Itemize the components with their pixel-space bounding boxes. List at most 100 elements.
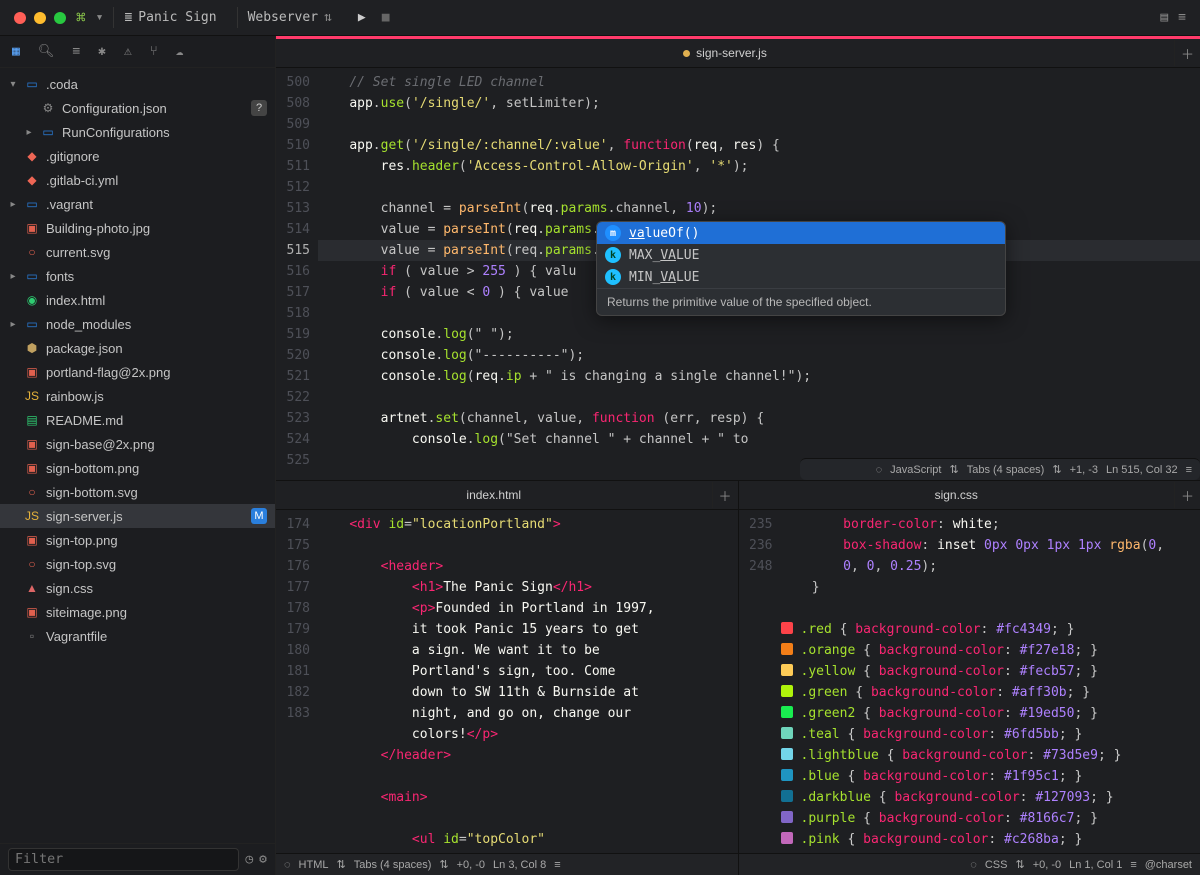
chevron-icon[interactable]: ▾ — [8, 79, 18, 90]
file-label: sign-top.svg — [46, 557, 116, 572]
vcs-badge: M — [251, 508, 267, 524]
autocomplete-label: MAX_VALUE — [629, 248, 699, 263]
chevron-down-icon[interactable]: ▾ — [96, 10, 104, 25]
filter-bar: ◷ ⚙ — [0, 843, 275, 875]
file-tree-item[interactable]: ▣portland-flag@2x.png — [0, 360, 275, 384]
search-tab-icon[interactable]: 🔍︎ — [38, 44, 55, 59]
minimize-window-icon[interactable] — [34, 12, 46, 24]
clock-icon[interactable]: ◷ — [245, 852, 253, 867]
svg-icon: ○ — [24, 484, 40, 500]
file-label: rainbow.js — [46, 389, 104, 404]
file-tree-item[interactable]: ▣sign-base@2x.png — [0, 432, 275, 456]
autocomplete-popup[interactable]: mvalueOf() k MAX_VALUE kMIN_VALUEReturns th… — [596, 221, 1006, 316]
js-icon: JS — [24, 388, 40, 404]
file-tree-item[interactable]: JSsign-server.jsM — [0, 504, 275, 528]
files-tab-icon[interactable]: ▦ — [12, 44, 20, 59]
autocomplete-item[interactable]: k MAX_VALUE — [597, 244, 1005, 266]
spinner-icon: ◌ — [970, 859, 977, 871]
lang-selector[interactable]: JavaScript — [890, 464, 941, 476]
cursor-position: Ln 515, Col 32 — [1106, 464, 1178, 476]
new-tab-button[interactable]: ＋ — [1174, 40, 1200, 66]
chevron-icon[interactable]: ▸ — [8, 271, 18, 282]
issues-tab-icon[interactable]: ⚠ — [124, 44, 132, 59]
img-icon: ▣ — [24, 220, 40, 236]
file-tree-item[interactable]: ◆.gitlab-ci.yml — [0, 168, 275, 192]
file-label: README.md — [46, 413, 123, 428]
cloud-tab-icon[interactable]: ☁ — [176, 44, 184, 59]
close-window-icon[interactable] — [14, 12, 26, 24]
file-tree-item[interactable]: ○ sign-top.svg — [0, 552, 275, 576]
file-tree[interactable]: ▾▭.coda⚙Configuration.json?▸▭RunConfigur… — [0, 68, 275, 843]
file-tree-item[interactable]: ▫Vagrantfile — [0, 624, 275, 648]
menu-icon[interactable]: ≡ — [1178, 10, 1186, 25]
new-tab-button[interactable]: ＋ — [712, 482, 738, 508]
file-tree-item[interactable]: ⚙Configuration.json? — [0, 96, 275, 120]
tab-sign-css[interactable]: sign.css — [923, 481, 990, 509]
autocomplete-item[interactable]: mvalueOf() — [597, 222, 1005, 244]
file-tree-item[interactable]: ▸▭.vagrant — [0, 192, 275, 216]
vcs-badge: ? — [251, 100, 267, 116]
run-button[interactable]: ▶ — [358, 10, 366, 25]
stop-button[interactable]: ■ — [382, 10, 390, 25]
gutter: 174175176177178179180181182183 — [276, 510, 318, 853]
chevron-icon[interactable]: ▸ — [8, 199, 18, 210]
kind-icon: k — [605, 247, 621, 263]
autocomplete-hint: Returns the primitive value of the speci… — [597, 288, 1005, 315]
file-label: portland-flag@2x.png — [46, 365, 171, 380]
chevron-icon[interactable]: ▸ — [24, 127, 34, 138]
diff-indicator: +1, -3 — [1070, 464, 1098, 476]
file-tree-item[interactable]: ▣siteimage.png — [0, 600, 275, 624]
tab-sign-server[interactable]: sign-server.js — [671, 39, 779, 67]
gear-icon[interactable]: ⚙ — [259, 852, 267, 867]
file-tree-item[interactable]: ▸▭RunConfigurations — [0, 120, 275, 144]
file-tree-item[interactable]: ◆.gitignore — [0, 144, 275, 168]
chevron-icon[interactable]: ▸ — [8, 319, 18, 330]
file-label: Building-photo.jpg — [46, 221, 150, 236]
code-body[interactable]: border-color: white; box-shadow: inset 0… — [781, 510, 1200, 853]
file-tree-item[interactable]: ▣sign-bottom.png — [0, 456, 275, 480]
indent-selector[interactable]: Tabs (4 spaces) — [967, 464, 1045, 476]
html-pane: index.html ＋ 174175176177178179180181182… — [276, 481, 738, 875]
titlebar: ⌘ ▾ ≣ Panic Sign Webserver ⇅ ▶ ■ ▤ ≡ — [0, 0, 1200, 36]
folder-icon: ▭ — [24, 268, 40, 284]
file-label: sign-bottom.svg — [46, 485, 138, 500]
zoom-window-icon[interactable] — [54, 12, 66, 24]
file-tree-item[interactable]: ▾▭.coda — [0, 72, 275, 96]
list-icon: ≣ — [124, 10, 132, 25]
panel-toggle-icon[interactable]: ▤ — [1160, 10, 1168, 25]
file-tree-item[interactable]: ▤README.md — [0, 408, 275, 432]
file-tree-item[interactable]: ▸▭node_modules — [0, 312, 275, 336]
autocomplete-item[interactable]: kMIN_VALUE — [597, 266, 1005, 288]
code-body[interactable]: <div id="locationPortland"> <header> <h1… — [318, 510, 738, 853]
kind-icon: k — [605, 269, 621, 285]
file-tree-item[interactable]: ▲sign.css — [0, 576, 275, 600]
tab-label: sign.css — [935, 488, 978, 502]
debug-tab-icon[interactable]: ✱ — [98, 44, 106, 59]
folder-icon: ▭ — [40, 124, 56, 140]
folder-icon: ▭ — [24, 196, 40, 212]
symbols-tab-icon[interactable]: ≡ — [72, 44, 80, 59]
new-tab-button[interactable]: ＋ — [1174, 482, 1200, 508]
svg-icon: ○ — [24, 556, 40, 572]
folder-open-icon: ▭ — [24, 76, 40, 92]
git-icon: ◆ — [24, 172, 40, 188]
scm-tab-icon[interactable]: ⑂ — [150, 44, 158, 59]
scheme-selector[interactable]: ≣ Panic Sign — [113, 7, 226, 28]
target-label: Webserver — [248, 10, 318, 25]
file-tree-item[interactable]: ▸▭fonts — [0, 264, 275, 288]
file-tree-item[interactable]: ◉index.html — [0, 288, 275, 312]
indent-selector[interactable]: Tabs (4 spaces) — [354, 859, 432, 871]
file-tree-item[interactable]: ○ sign-bottom.svg — [0, 480, 275, 504]
file-tree-item[interactable]: ▣sign-top.png — [0, 528, 275, 552]
lang-selector[interactable]: CSS — [985, 859, 1008, 871]
file-tree-item[interactable]: JS rainbow.js — [0, 384, 275, 408]
file-tree-item[interactable]: ⬢package.json — [0, 336, 275, 360]
file-tree-item[interactable]: ○current.svg — [0, 240, 275, 264]
filter-input[interactable] — [8, 848, 239, 871]
file-tree-item[interactable]: ▣ Building-photo.jpg — [0, 216, 275, 240]
diff-indicator: +0, -0 — [1033, 859, 1061, 871]
css-charset: @charset — [1145, 859, 1192, 871]
target-selector[interactable]: Webserver ⇅ — [237, 7, 342, 28]
lang-selector[interactable]: HTML — [299, 859, 329, 871]
tab-index-html[interactable]: index.html — [454, 481, 533, 509]
